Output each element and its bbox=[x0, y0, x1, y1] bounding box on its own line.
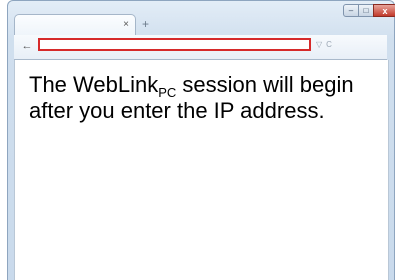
session-message: The WebLinkPC session will begin after y… bbox=[29, 72, 385, 124]
minimize-button[interactable]: – bbox=[343, 4, 359, 17]
back-arrow-icon[interactable]: ← bbox=[20, 39, 34, 53]
page-content: The WebLinkPC session will begin after y… bbox=[14, 60, 389, 280]
message-line1-suffix: session will begin bbox=[176, 72, 354, 97]
new-tab-button[interactable]: + bbox=[142, 18, 149, 30]
refresh-icon[interactable]: C bbox=[326, 39, 332, 51]
maximize-button[interactable]: □ bbox=[358, 4, 374, 17]
dropdown-arrow-icon[interactable]: ▽ bbox=[316, 39, 322, 51]
browser-window: – □ x × + ← ▽ C The WebLinkPC session wi… bbox=[0, 0, 395, 280]
close-tab-icon[interactable]: × bbox=[123, 19, 129, 31]
close-window-button[interactable]: x bbox=[373, 4, 395, 17]
address-bar-input[interactable] bbox=[38, 38, 311, 51]
address-bar-controls: ▽ C bbox=[316, 39, 332, 51]
window-controls: – □ x bbox=[343, 4, 395, 18]
message-line2: after you enter the IP address. bbox=[29, 98, 325, 123]
browser-tab[interactable]: × bbox=[14, 14, 136, 37]
navigation-toolbar: ← ▽ C bbox=[14, 35, 387, 60]
message-line1-prefix: The WebLink bbox=[29, 72, 159, 97]
